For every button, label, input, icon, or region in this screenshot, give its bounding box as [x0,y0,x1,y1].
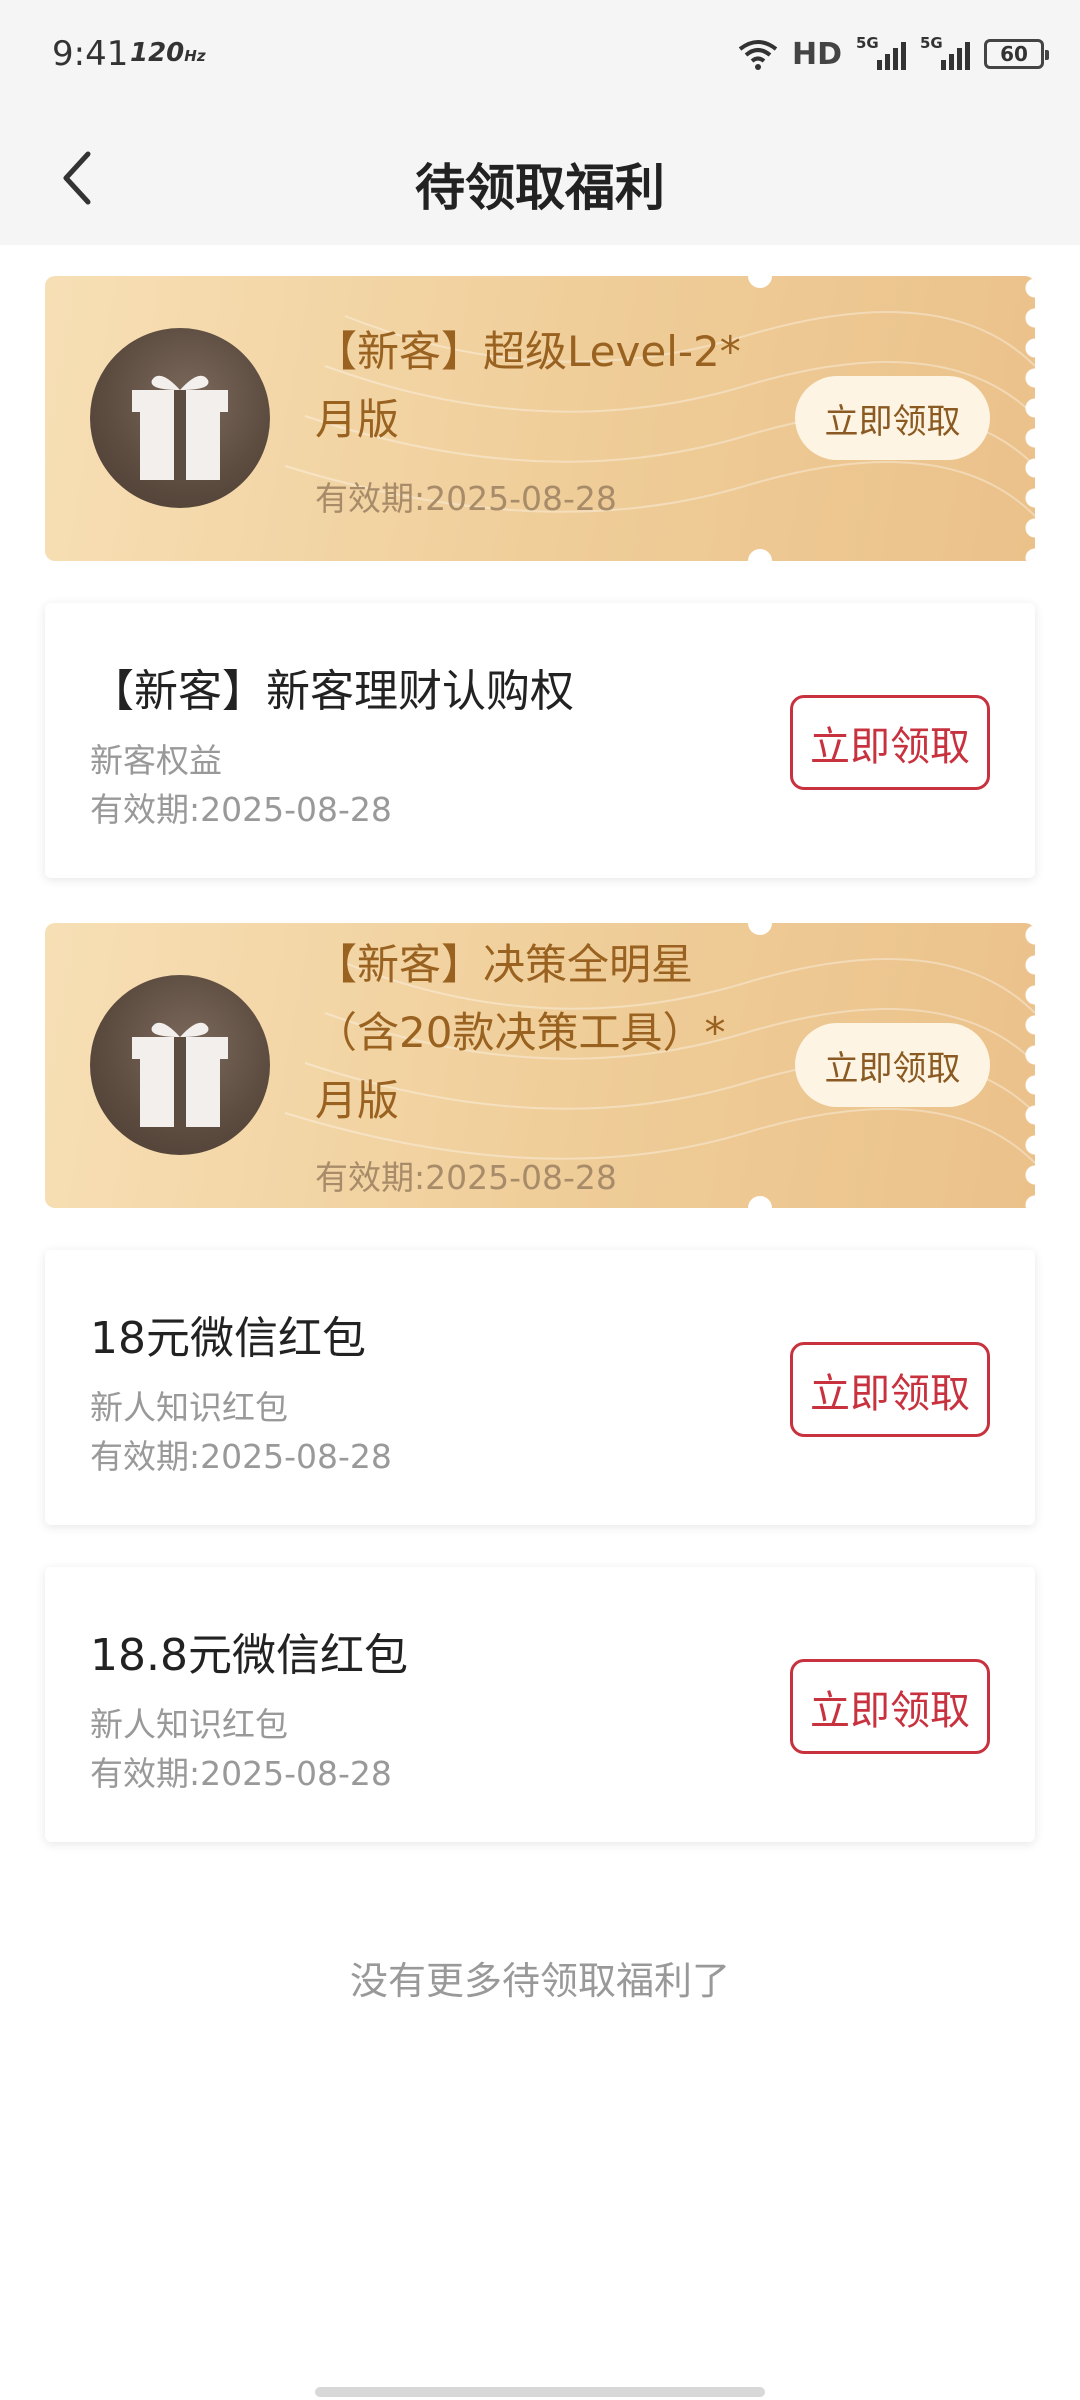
refresh-rate: 120Hz [130,38,206,68]
benefit-subtitle: 新客权益 [90,741,222,780]
no-more-text: 没有更多待领取福利了 [349,1959,730,2003]
refresh-rate-unit: Hz [184,47,206,65]
benefit-title: 18.8元微信红包 [90,1630,408,1681]
benefit-validity: 有效期:2025-08-28 [90,1754,392,1793]
benefit-validity: 有效期:2025-08-28 [90,1437,392,1476]
signal-label: 5G [856,34,879,52]
benefit-card-wealth: 【新客】新客理财认购权 新客权益 有效期:2025-08-28 立即领取 [45,603,1035,878]
claim-button[interactable]: 立即领取 [790,1342,990,1437]
claim-button[interactable]: 立即领取 [795,376,990,460]
benefit-card-level2: 【新客】超级Level-2*月版 有效期:2025-08-28 立即领取 [45,276,1035,561]
nav-header: 待领取福利 [0,110,1080,245]
benefit-card-redpacket-18: 18元微信红包 新人知识红包 有效期:2025-08-28 立即领取 [45,1250,1035,1525]
home-indicator[interactable] [315,2387,765,2397]
wifi-icon [738,40,778,70]
status-icons: HD 5G 5G 60 [738,30,1049,78]
battery-icon: 60 [984,39,1049,69]
status-time: 9:41 [52,34,129,74]
signal-label-2: 5G [920,34,943,52]
claim-button[interactable]: 立即领取 [790,695,990,790]
benefit-validity: 有效期:2025-08-28 [315,1158,617,1197]
benefit-subtitle: 新人知识红包 [90,1705,288,1744]
claim-button[interactable]: 立即领取 [795,1023,990,1107]
hd-indicator: HD [791,36,842,72]
page-title: 待领取福利 [415,159,665,217]
benefit-title: 【新客】决策全明星（含20款决策工具）*月版 [315,940,726,1125]
benefit-subtitle: 新人知识红包 [90,1388,288,1427]
battery-level: 60 [1000,42,1028,66]
gift-icon [90,975,270,1155]
benefit-validity: 有效期:2025-08-28 [90,790,392,829]
benefit-title: 【新客】超级Level-2*月版 [315,327,741,444]
status-bar: 9:41 120Hz HD 5G 5G 60 [0,0,1080,110]
claim-button[interactable]: 立即领取 [790,1659,990,1754]
signal-icon-2: 5G [920,34,970,74]
benefit-validity: 有效期:2025-08-28 [315,479,617,518]
benefit-card-allstar: 【新客】决策全明星（含20款决策工具）*月版 有效期:2025-08-28 立即… [45,923,1035,1208]
benefit-title: 18元微信红包 [90,1313,366,1364]
refresh-rate-value: 120 [130,38,185,68]
gift-icon [90,328,270,508]
benefit-card-redpacket-18-8: 18.8元微信红包 新人知识红包 有效期:2025-08-28 立即领取 [45,1567,1035,1842]
signal-icon: 5G [856,34,906,74]
benefit-title: 【新客】新客理财认购权 [90,666,574,717]
